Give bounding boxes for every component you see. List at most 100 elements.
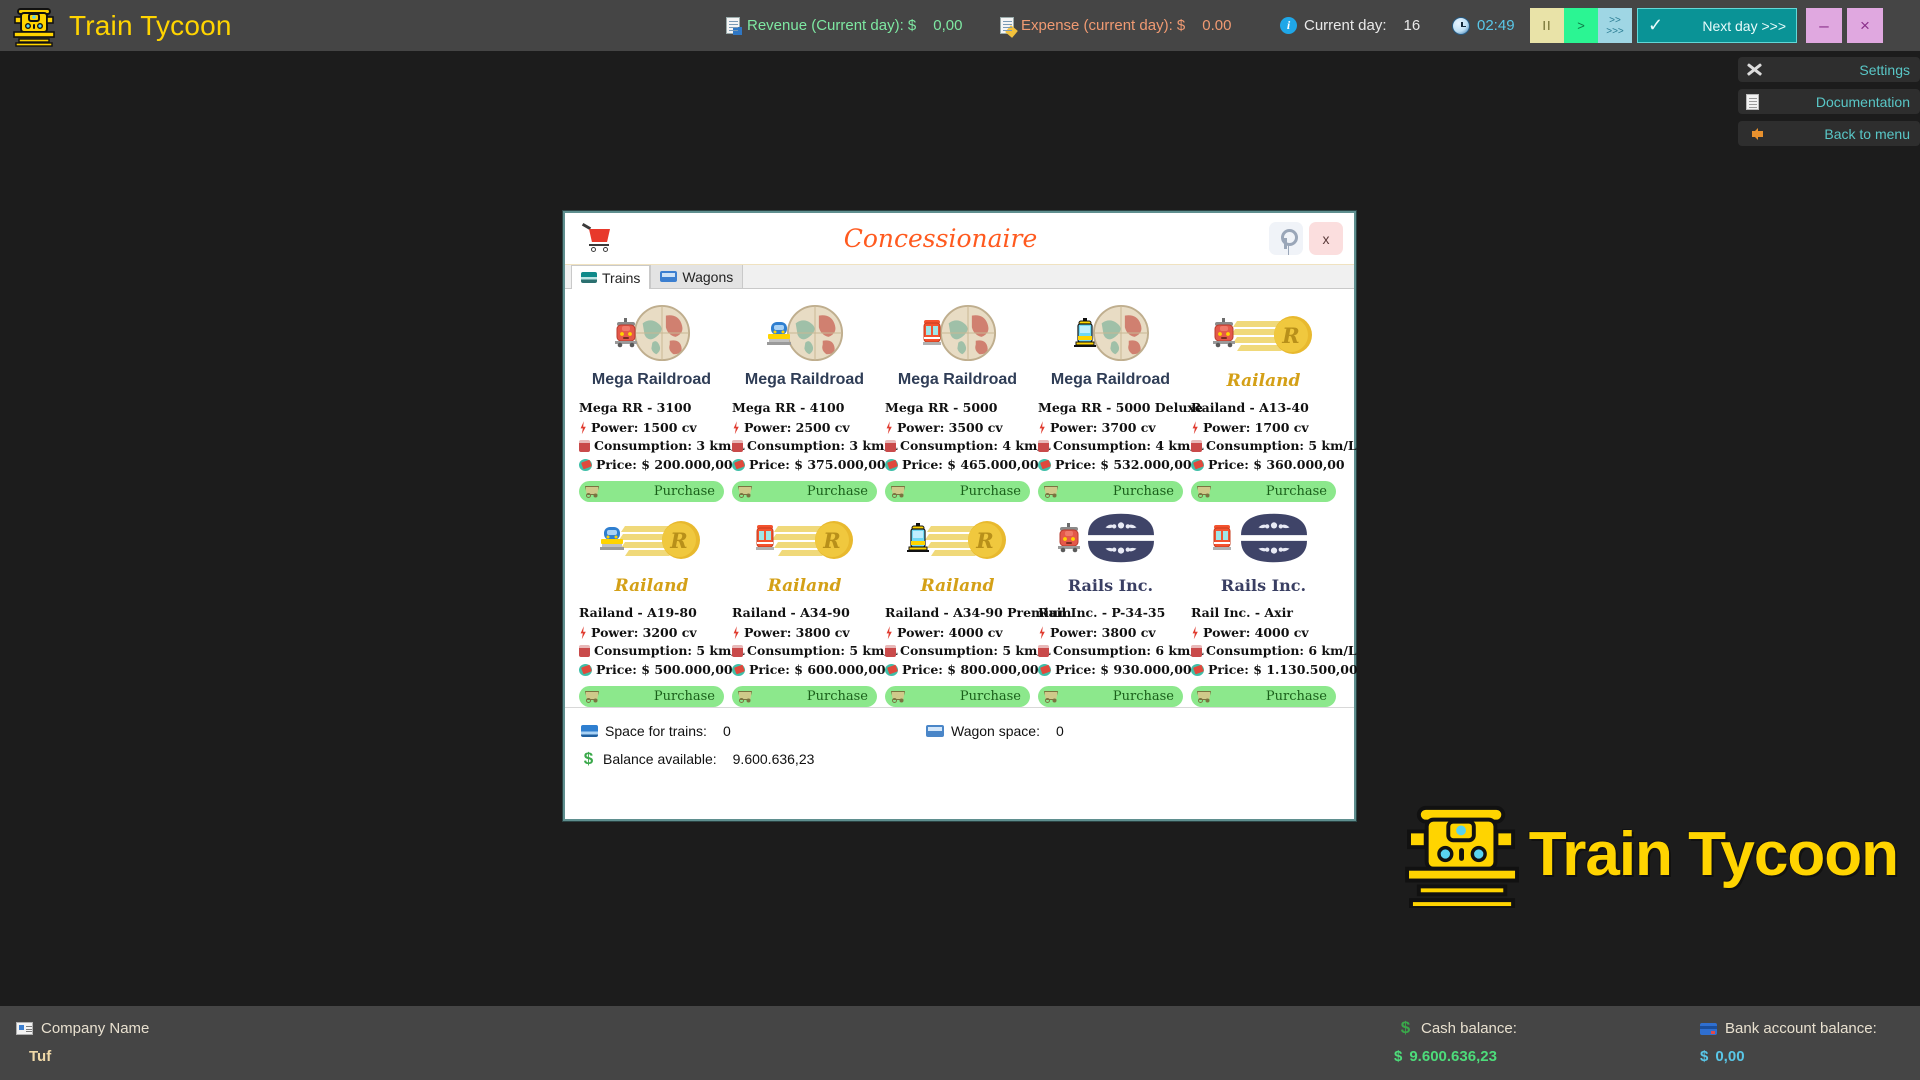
speed-controls: II > >> >>> [1530,8,1632,43]
manufacturer-logo-icon [939,304,997,367]
train-card: R Railand Railand - A13-40 Power: 1700 c… [1187,297,1340,502]
money-icon: $ [1398,1020,1413,1037]
train-card: Mega Raildroad Mega RR - 3100 Power: 150… [575,297,728,502]
locomotive-icon [613,318,639,353]
purchase-button[interactable]: Purchase [579,686,724,707]
key-button[interactable] [1269,222,1303,255]
purchase-button[interactable]: Purchase [885,686,1030,707]
company-name-value: Tuf [29,1048,51,1065]
manufacturer-logo-icon [633,304,691,367]
model-name: Rail Inc. - P-34-35 [1038,604,1183,623]
tab-trains[interactable]: Trains [571,265,650,289]
settings-button[interactable]: Settings [1738,57,1920,82]
train-card: Mega Raildroad Mega RR - 4100 Power: 250… [728,297,881,502]
fuel-icon [885,440,896,452]
purchase-button[interactable]: Purchase [1038,686,1183,707]
documentation-button[interactable]: Documentation [1738,89,1920,114]
price-value: Price: $ 200.000,00 [596,456,733,475]
brand-name: Mega Raildroad [732,371,877,393]
price-value: Price: $ 360.000,00 [1208,456,1345,475]
power-value: Power: 3700 cv [1050,419,1156,438]
speed-fastforward-button[interactable]: >> >>> [1598,8,1632,43]
brand-name: Rails Inc. [1038,576,1183,598]
purchase-button[interactable]: Purchase [732,686,877,707]
next-day-button[interactable]: ✓ Next day >>> [1637,8,1797,43]
locomotive-icon [905,523,931,558]
train-tycoon-watermark: Train Tycoon [1405,800,1898,908]
power-icon [1191,421,1199,434]
train-card: R Railand Railand - A19-80 Power: 3200 c… [575,502,728,707]
power-icon [885,421,893,434]
power-value: Power: 3500 cv [897,419,1003,438]
expense-label: Expense (current day): $ [1021,17,1185,34]
train-card: R Railand Railand - A34-90 Premium Power… [881,502,1034,707]
info-icon: i [1280,17,1297,34]
consumption-value: Consumption: 4 km/L [900,437,1051,456]
tab-wagons[interactable]: Wagons [650,264,743,288]
price-tag-icon [579,459,592,471]
train-card: R Railand Railand - A34-90 Power: 3800 c… [728,502,881,707]
clock-indicator: 02:49 [1452,17,1515,35]
svg-text:R: R [975,528,993,553]
purchase-label: Purchase [1266,484,1327,499]
price-value: Price: $ 532.000,00 [1055,456,1192,475]
locomotive-icon [1072,318,1098,353]
consumption-value: Consumption: 5 km/L [747,642,898,661]
price-tag-icon [1038,664,1051,676]
price-tag-icon [579,664,592,676]
brand-name: Railand [1191,371,1336,393]
check-icon: ✓ [1648,15,1663,36]
locomotive-icon [1211,318,1237,353]
manufacturer-logo-icon: R [1231,305,1317,366]
revenue-value: 0,00 [933,17,962,34]
dialog-header-buttons: x [1269,222,1343,255]
brand-logo [1191,502,1336,578]
bank-balance-row: $ 0,00 [1700,1048,1745,1065]
consumption-value: Consumption: 6 km/L [1053,642,1204,661]
purchase-label: Purchase [960,689,1021,704]
price-tag-icon [885,459,898,471]
manufacturer-logo-icon [1076,506,1166,575]
cart-icon [1195,485,1210,498]
key-icon [1277,229,1295,249]
catalog-row: R Railand Railand - A19-80 Power: 3200 c… [575,502,1344,707]
model-name: Mega RR - 5000 Deluxe [1038,399,1183,418]
model-name: Mega RR - 5000 [885,399,1030,418]
brand-logo: R [1191,297,1336,373]
app-title: Train Tycoon [69,10,232,42]
locomotive-icon [1209,523,1235,558]
speed-play-button[interactable]: > [1564,8,1598,43]
purchase-button[interactable]: Purchase [732,481,877,502]
fuel-icon [579,440,590,452]
fuel-icon [885,645,896,657]
wagon-icon [660,271,677,282]
power-icon [1038,421,1046,434]
speed-pause-button[interactable]: II [1530,8,1564,43]
price-value: Price: $ 600.000,00 [749,661,886,680]
clock-icon [1452,17,1470,35]
dialog-close-button[interactable]: x [1309,222,1343,255]
brand-name: Mega Raildroad [885,371,1030,393]
bank-card-icon [1700,1023,1717,1035]
space-for-trains: Space for trains: 0 [581,723,926,739]
close-window-button[interactable]: × [1847,8,1883,43]
price-tag-icon [885,664,898,676]
purchase-label: Purchase [1113,484,1174,499]
purchase-button[interactable]: Purchase [1191,686,1336,707]
purchase-button[interactable]: Purchase [579,481,724,502]
train-specs: Mega RR - 5000 Deluxe Power: 3700 cv Con… [1038,399,1183,474]
back-to-menu-button[interactable]: Back to menu [1738,121,1920,146]
bank-balance-block: Bank account balance: [1700,1020,1877,1037]
consumption-value: Consumption: 6 km/L [1206,642,1357,661]
purchase-button[interactable]: Purchase [1191,481,1336,502]
minimize-button[interactable]: – [1806,8,1842,43]
current-day-value: 16 [1404,17,1421,34]
cart-icon [1195,690,1210,703]
manufacturer-logo-icon [786,304,844,367]
settings-label: Settings [1763,62,1910,78]
purchase-button[interactable]: Purchase [885,481,1030,502]
cart-icon [583,690,598,703]
purchase-button[interactable]: Purchase [1038,481,1183,502]
power-icon [1191,626,1199,639]
price-value: Price: $ 375.000,00 [749,456,886,475]
